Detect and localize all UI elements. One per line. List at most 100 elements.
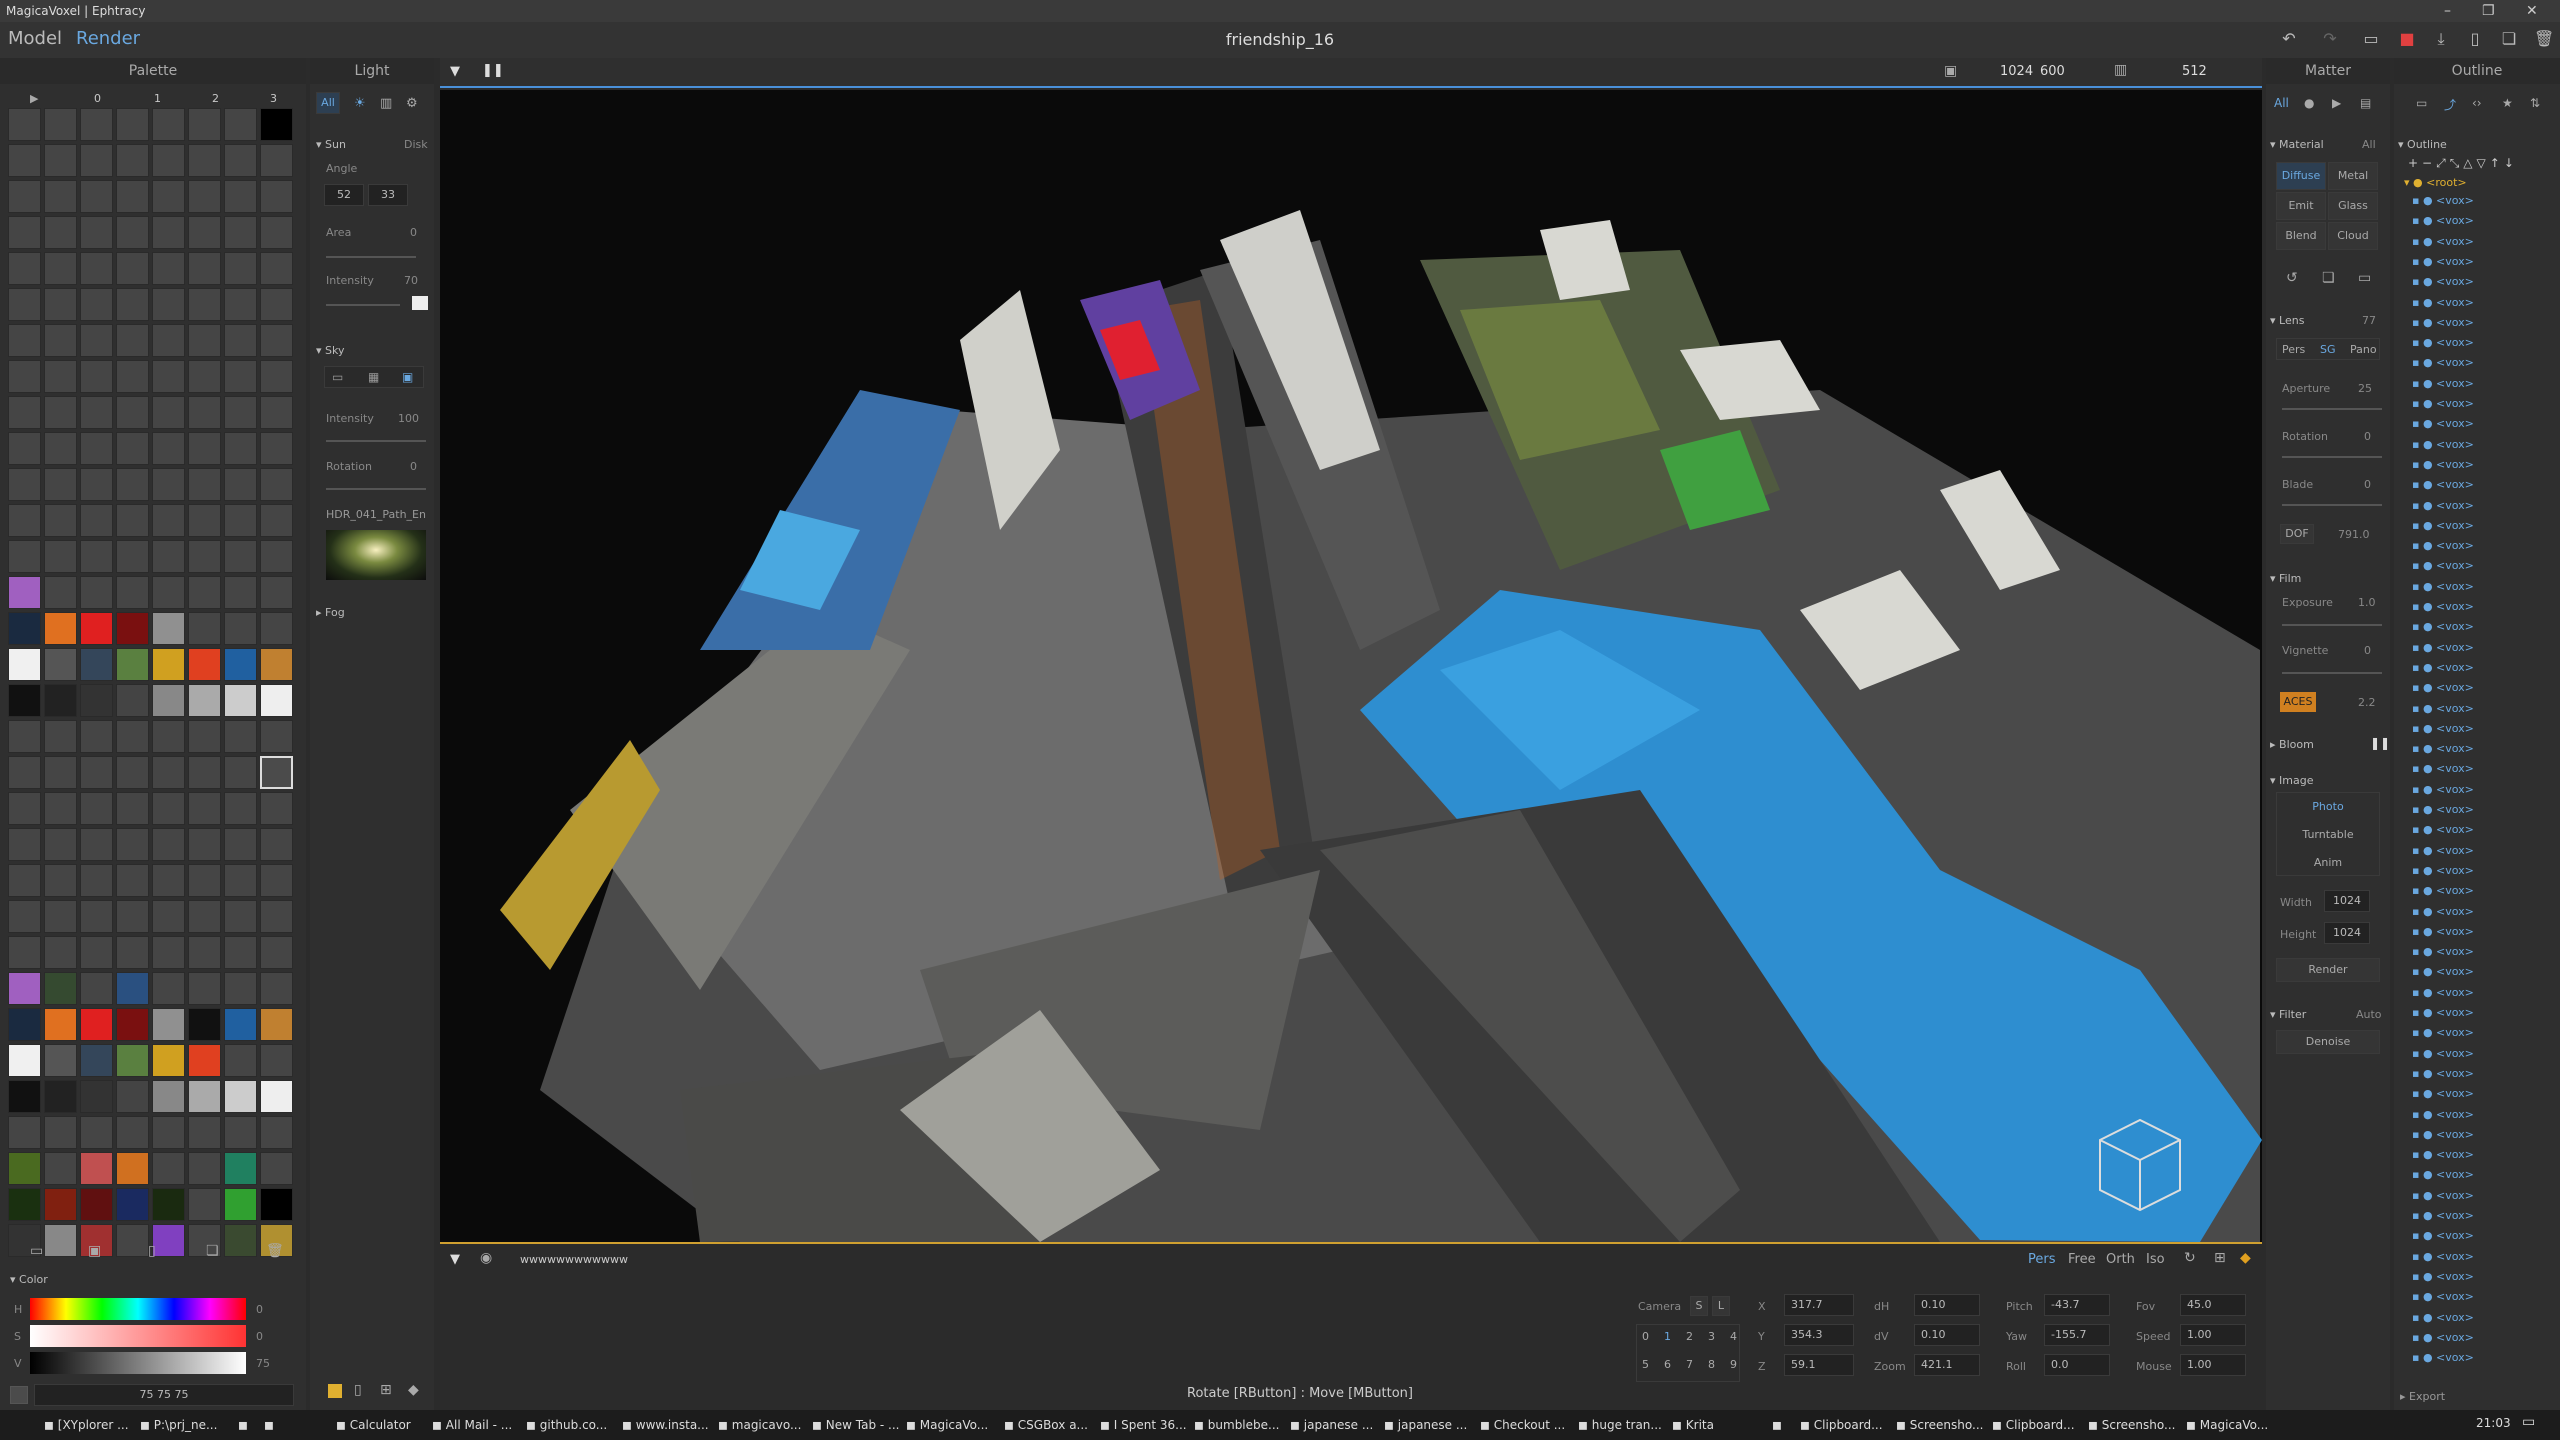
close-icon[interactable]: ✕: [2526, 0, 2538, 22]
palette-swatch[interactable]: [260, 396, 293, 429]
vignette-value[interactable]: 0: [2364, 644, 2371, 657]
palette-swatch[interactable]: [152, 180, 185, 213]
palette-swatch[interactable]: [260, 1188, 293, 1221]
palette-swatch[interactable]: [188, 396, 221, 429]
outline-vox-item[interactable]: ▪ ● <vox>: [2412, 641, 2474, 654]
new-file-icon[interactable]: ▯: [354, 1382, 362, 1398]
palette-swatch[interactable]: [188, 684, 221, 717]
palette-swatch[interactable]: [116, 756, 149, 789]
palette-swatch[interactable]: [116, 972, 149, 1005]
roll-field[interactable]: 0.0: [2044, 1354, 2110, 1376]
palette-swatch[interactable]: [188, 468, 221, 501]
taskbar-item[interactable]: ◼ japanese ...: [1290, 1412, 1382, 1438]
palette-swatch[interactable]: [80, 540, 113, 573]
lens-pers[interactable]: Pers: [2282, 343, 2305, 356]
material-emit[interactable]: Emit: [2276, 192, 2326, 220]
palette-swatch[interactable]: [260, 216, 293, 249]
palette-swatch[interactable]: [260, 324, 293, 357]
palette-swatch[interactable]: [188, 1080, 221, 1113]
palette-swatch[interactable]: [8, 1188, 41, 1221]
palette-swatch[interactable]: [260, 432, 293, 465]
taskbar-item[interactable]: ◼ github.co...: [526, 1412, 618, 1438]
palette-swatch[interactable]: [44, 1188, 77, 1221]
palette-swatch[interactable]: [8, 504, 41, 537]
dh-field[interactable]: 0.10: [1914, 1294, 1980, 1316]
outline-tool-2-icon[interactable]: ⤴: [2444, 96, 2456, 113]
taskbar-item[interactable]: ◼ bumblebe...: [1194, 1412, 1286, 1438]
render-viewport[interactable]: [440, 90, 2262, 1242]
dv-field[interactable]: 0.10: [1914, 1324, 1980, 1346]
palette-swatch[interactable]: [152, 792, 185, 825]
outline-vox-item[interactable]: ▪ ● <vox>: [2412, 559, 2474, 572]
camera-slot-5[interactable]: 5: [1642, 1358, 1649, 1371]
palette-swatch[interactable]: [116, 504, 149, 537]
palette-swatch[interactable]: [44, 792, 77, 825]
palette-swatch[interactable]: [8, 1044, 41, 1077]
camera-slot-2[interactable]: 2: [1686, 1330, 1693, 1343]
palette-play-icon[interactable]: ▶: [30, 92, 38, 105]
palette-swatch[interactable]: [260, 288, 293, 321]
sun-color-swatch[interactable]: [412, 296, 428, 310]
outline-vox-item[interactable]: ▪ ● <vox>: [2412, 1351, 2474, 1364]
palette-swatch[interactable]: [188, 540, 221, 573]
palette-swatch[interactable]: [152, 504, 185, 537]
taskbar-item[interactable]: ◼ CSGBox a...: [1004, 1412, 1096, 1438]
palette-swatch[interactable]: [44, 1116, 77, 1149]
palette-swatch[interactable]: [80, 1188, 113, 1221]
hue-slider[interactable]: [30, 1298, 246, 1320]
palette-swatch[interactable]: [116, 792, 149, 825]
render-width[interactable]: 1024: [2000, 64, 2033, 79]
outline-vox-item[interactable]: ▪ ● <vox>: [2412, 620, 2474, 633]
saturation-slider[interactable]: [30, 1325, 246, 1347]
palette-swatch[interactable]: [80, 864, 113, 897]
palette-swatch[interactable]: [152, 432, 185, 465]
outline-vox-item[interactable]: ▪ ● <vox>: [2412, 214, 2474, 227]
outline-vox-item[interactable]: ▪ ● <vox>: [2412, 681, 2474, 694]
outline-vox-item[interactable]: ▪ ● <vox>: [2412, 580, 2474, 593]
delete-icon[interactable]: 🗑: [2534, 30, 2554, 48]
palette-swatch[interactable]: [152, 612, 185, 645]
palette-swatch[interactable]: [188, 1116, 221, 1149]
palette-swatch[interactable]: [152, 1224, 185, 1257]
outline-vox-item[interactable]: ▪ ● <vox>: [2412, 945, 2474, 958]
palette-swatch[interactable]: [188, 900, 221, 933]
camera-slot-9[interactable]: 9: [1730, 1358, 1737, 1371]
render-button[interactable]: Render: [2276, 958, 2380, 982]
palette-swatch[interactable]: [152, 360, 185, 393]
palette-swatch[interactable]: [260, 576, 293, 609]
palette-swatch[interactable]: [116, 1080, 149, 1113]
zoom-field[interactable]: 421.1: [1914, 1354, 1980, 1376]
outline-vox-item[interactable]: ▪ ● <vox>: [2412, 803, 2474, 816]
palette-swatch[interactable]: [44, 360, 77, 393]
palette-swatch[interactable]: [188, 792, 221, 825]
taskbar-item[interactable]: ◼ MagicaVo...: [2186, 1412, 2278, 1438]
palette-swatch[interactable]: [116, 396, 149, 429]
palette-swatch[interactable]: [116, 1008, 149, 1041]
palette-swatch[interactable]: [152, 1080, 185, 1113]
palette-swatch[interactable]: [8, 612, 41, 645]
lens-rotation-slider[interactable]: [2282, 456, 2382, 458]
save-palette-icon[interactable]: ▣: [88, 1243, 101, 1259]
pitch-field[interactable]: -43.7: [2044, 1294, 2110, 1316]
palette-swatch[interactable]: [152, 288, 185, 321]
vignette-slider[interactable]: [2282, 672, 2382, 674]
undo-icon[interactable]: ↶: [2280, 30, 2298, 48]
exposure-slider[interactable]: [2282, 624, 2382, 626]
palette-swatch[interactable]: [224, 972, 257, 1005]
image-photo[interactable]: Photo: [2276, 800, 2380, 813]
palette-swatch[interactable]: [260, 972, 293, 1005]
palette-swatch[interactable]: [116, 1116, 149, 1149]
palette-swatch[interactable]: [188, 936, 221, 969]
palette-swatch[interactable]: [224, 936, 257, 969]
outline-vox-item[interactable]: ▪ ● <vox>: [2412, 823, 2474, 836]
palette-swatch[interactable]: [8, 1080, 41, 1113]
material-cloud[interactable]: Cloud: [2328, 222, 2378, 250]
palette-swatch[interactable]: [260, 468, 293, 501]
palette-swatch[interactable]: [152, 684, 185, 717]
palette-swatch[interactable]: [224, 504, 257, 537]
dof-value[interactable]: 791.0: [2338, 528, 2370, 541]
palette-swatch[interactable]: [188, 648, 221, 681]
console-menu-icon[interactable]: ▼: [450, 1252, 460, 1267]
palette-swatch[interactable]: [8, 792, 41, 825]
palette-swatch[interactable]: [44, 252, 77, 285]
